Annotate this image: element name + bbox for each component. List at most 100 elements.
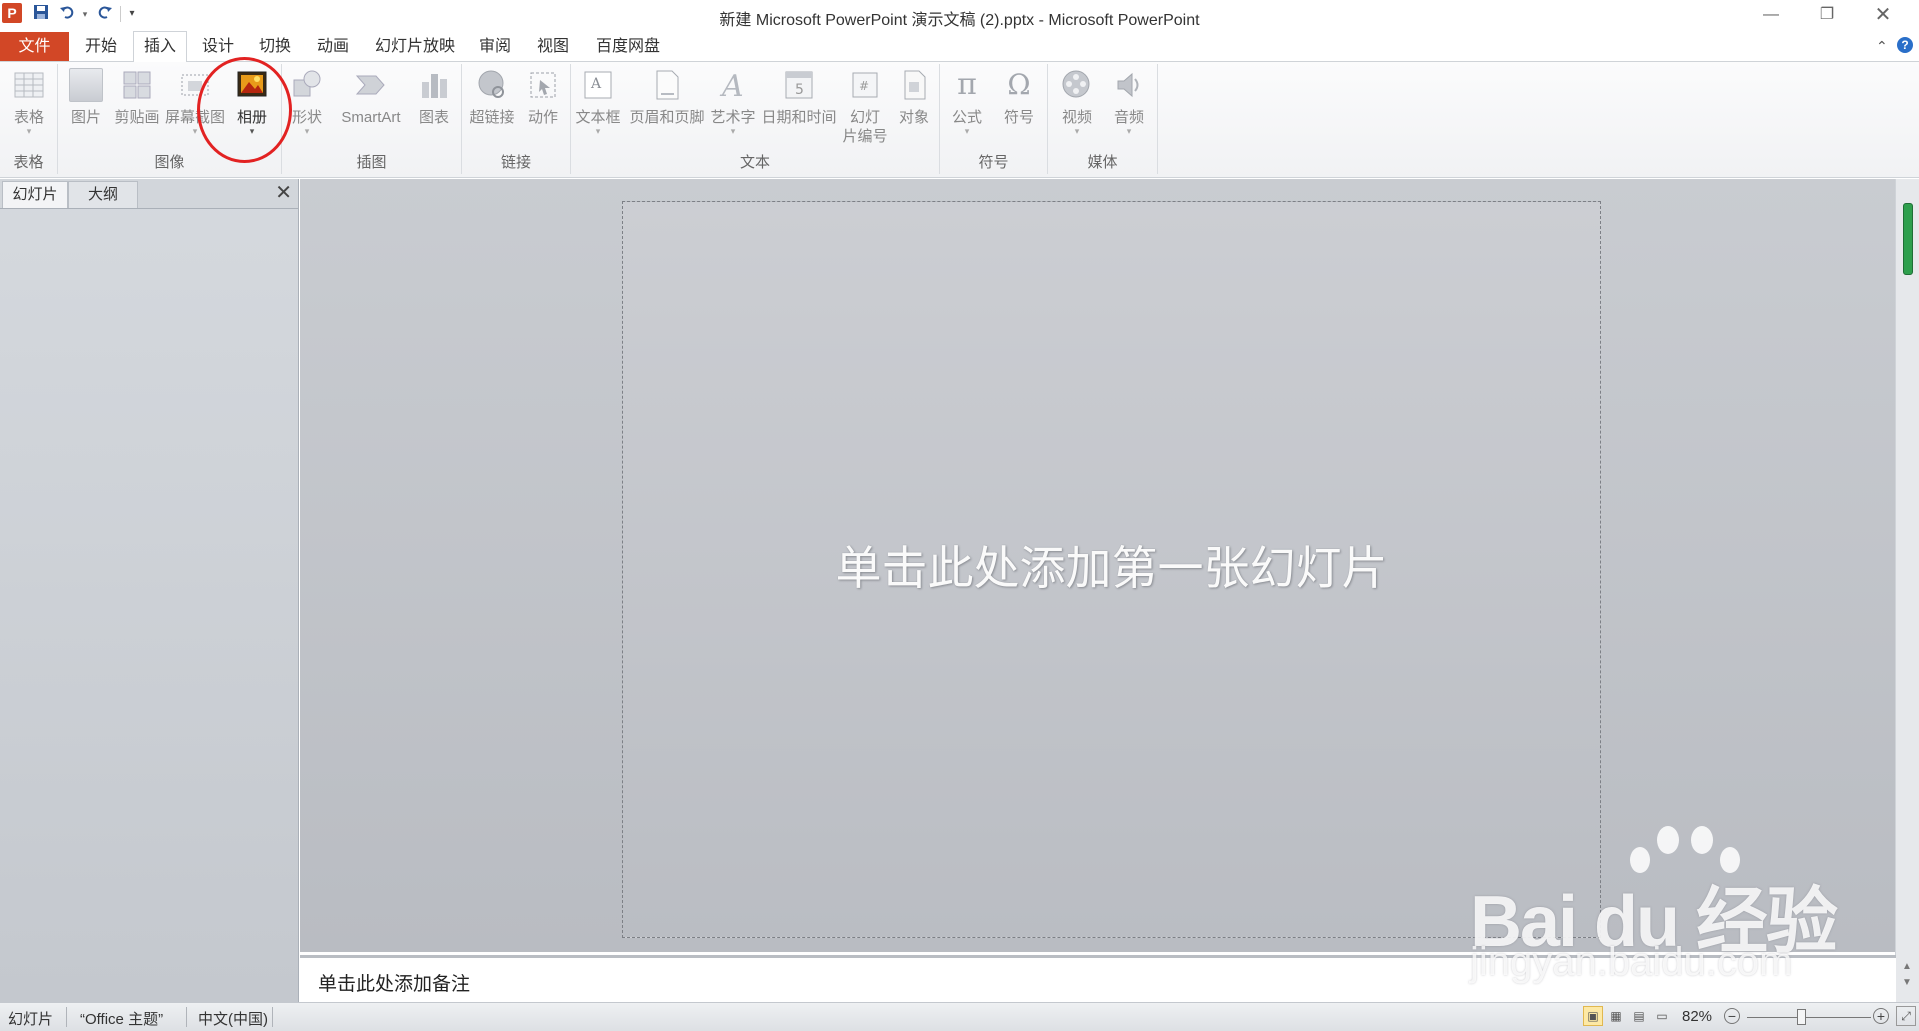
group-symbols: π 公式 ▾ Ω 符号 符号: [940, 64, 1048, 174]
screenshot-button[interactable]: 屏幕截图 ▾: [164, 68, 226, 158]
group-label-symbols: 符号: [978, 154, 1009, 171]
group-label-media: 媒体: [1087, 154, 1118, 171]
textbox-icon: A: [581, 68, 615, 102]
smartart-button[interactable]: SmartArt: [334, 68, 408, 158]
chart-icon: [417, 68, 451, 102]
group-label-illustrations: 插图: [356, 154, 387, 171]
tab-view[interactable]: 视图: [530, 32, 576, 61]
textbox-button[interactable]: A 文本框 ▾: [573, 68, 623, 158]
hyperlink-button[interactable]: 超链接: [467, 68, 517, 158]
chevron-down-icon: ▾: [964, 126, 970, 136]
slide-placeholder-text[interactable]: 单击此处添加第一张幻灯片: [623, 532, 1600, 598]
tab-transitions[interactable]: 切换: [252, 32, 298, 61]
minimize-icon[interactable]: —: [1756, 4, 1786, 26]
tab-animations[interactable]: 动画: [310, 32, 356, 61]
group-label-images: 图像: [154, 154, 185, 171]
group-label-links: 链接: [500, 154, 531, 171]
album-button[interactable]: 相册 ▾: [228, 68, 276, 158]
zoom-slider[interactable]: [1747, 1017, 1871, 1018]
slides-panel: 幻灯片 大纲 ✕: [0, 179, 299, 1002]
group-text: A 文本框 ▾ 页眉和页脚 A 艺术字 ▾ 5 日期和时间 # 幻灯 片编号 对…: [571, 64, 940, 174]
header-footer-icon: [650, 68, 684, 102]
tab-slides[interactable]: 幻灯片: [2, 181, 68, 208]
wordart-button[interactable]: A 艺术字 ▾: [709, 68, 757, 158]
group-images: 图片 剪贴画 屏幕截图 ▾ 相册 ▾ 图像: [58, 64, 282, 174]
tab-outline[interactable]: 大纲: [68, 181, 138, 208]
table-icon: [12, 68, 46, 102]
slide-number-icon: #: [848, 68, 882, 102]
group-label-text: 文本: [739, 154, 770, 171]
watermark-url: jingyan.baidu.com: [1470, 940, 1793, 984]
shapes-button[interactable]: 形状 ▾: [288, 68, 326, 158]
slide-number-button[interactable]: # 幻灯 片编号: [841, 68, 889, 158]
zoom-percent[interactable]: 82%: [1682, 1008, 1712, 1025]
tab-design[interactable]: 设计: [195, 32, 241, 61]
chart-button[interactable]: 图表: [412, 68, 456, 158]
speaker-icon: [1112, 68, 1146, 102]
status-separator: [272, 1007, 273, 1027]
group-links: 超链接 动作 链接: [462, 64, 571, 174]
help-icon[interactable]: ?: [1897, 37, 1913, 53]
status-separator: [66, 1007, 67, 1027]
object-icon: [897, 68, 931, 102]
ribbon: 表格 ▾ 表格 图片 剪贴画 屏幕截图 ▾ 相册 ▾ 图像 形状 ▾ Smart…: [0, 62, 1919, 178]
equation-button[interactable]: π 公式 ▾: [944, 68, 990, 158]
audio-button[interactable]: 音频 ▾: [1106, 68, 1152, 158]
group-label-table: 表格: [13, 154, 44, 171]
fit-to-window-icon[interactable]: ⤢: [1896, 1006, 1916, 1026]
tab-home[interactable]: 开始: [78, 32, 124, 61]
title-bar: P ▾ ▾ 新建 Microsoft PowerPoint 演示文稿 (2).p…: [0, 0, 1919, 30]
zoom-out-icon[interactable]: −: [1724, 1008, 1740, 1024]
film-reel-icon: [1060, 68, 1094, 102]
status-theme[interactable]: “Office 主题”: [80, 1008, 163, 1029]
header-footer-button[interactable]: 页眉和页脚: [627, 68, 707, 158]
action-button[interactable]: 动作: [522, 68, 564, 158]
slideshow-view-icon[interactable]: ▭: [1652, 1006, 1672, 1026]
object-button[interactable]: 对象: [893, 68, 935, 158]
baidu-watermark: Bai du 经验 jingyan.baidu.com: [1470, 822, 1840, 984]
group-illustrations: 形状 ▾ SmartArt 图表 插图: [282, 64, 462, 174]
tab-baidu-netdisk[interactable]: 百度网盘: [590, 32, 666, 61]
window-title: 新建 Microsoft PowerPoint 演示文稿 (2).pptx - …: [719, 12, 1200, 29]
scroll-down-icon[interactable]: ▼: [1902, 977, 1912, 988]
table-button[interactable]: 表格 ▾: [6, 68, 52, 158]
normal-view-icon[interactable]: ▣: [1583, 1006, 1603, 1026]
close-icon[interactable]: ✕: [275, 182, 292, 204]
slide-canvas[interactable]: 单击此处添加第一张幻灯片: [622, 201, 1601, 938]
action-icon: [526, 68, 560, 102]
tab-review[interactable]: 审阅: [472, 32, 518, 61]
collapse-ribbon-icon[interactable]: ⌃: [1876, 38, 1888, 55]
screenshot-icon: [178, 68, 212, 102]
svg-text:5: 5: [795, 82, 804, 98]
chevron-down-icon: ▾: [249, 126, 255, 136]
symbol-button[interactable]: Ω 符号: [996, 68, 1042, 158]
chevron-down-icon: ▾: [192, 126, 198, 136]
svg-text:#: #: [859, 79, 869, 93]
scroll-thumb[interactable]: [1903, 203, 1913, 275]
restore-icon[interactable]: ❐: [1812, 4, 1842, 26]
clipart-icon: [120, 68, 154, 102]
zoom-in-icon[interactable]: +: [1873, 1008, 1889, 1024]
vertical-scrollbar[interactable]: ▲ ▼: [1895, 179, 1919, 1002]
picture-button[interactable]: 图片: [66, 68, 106, 158]
tab-file[interactable]: 文件: [0, 32, 69, 61]
close-icon[interactable]: ✕: [1868, 4, 1898, 26]
wordart-icon: A: [716, 68, 750, 104]
slide-sorter-view-icon[interactable]: ▦: [1606, 1006, 1626, 1026]
reading-view-icon[interactable]: ▤: [1629, 1006, 1649, 1026]
picture-icon: [69, 68, 103, 102]
datetime-button[interactable]: 5 日期和时间: [759, 68, 839, 158]
calendar-icon: 5: [782, 68, 816, 102]
hyperlink-globe-icon: [475, 68, 509, 102]
clipart-button[interactable]: 剪贴画: [112, 68, 162, 158]
chevron-down-icon: ▾: [1074, 126, 1080, 136]
tab-insert[interactable]: 插入: [133, 31, 187, 63]
zoom-slider-thumb[interactable]: [1797, 1009, 1807, 1025]
notes-placeholder[interactable]: 单击此处添加备注: [318, 969, 470, 996]
status-language[interactable]: 中文(中国): [198, 1008, 268, 1029]
chevron-down-icon: ▾: [730, 126, 736, 136]
scroll-up-icon[interactable]: ▲: [1902, 961, 1912, 972]
tab-slideshow[interactable]: 幻灯片放映: [370, 32, 460, 61]
svg-text:A: A: [590, 76, 602, 92]
video-button[interactable]: 视频 ▾: [1054, 68, 1100, 158]
